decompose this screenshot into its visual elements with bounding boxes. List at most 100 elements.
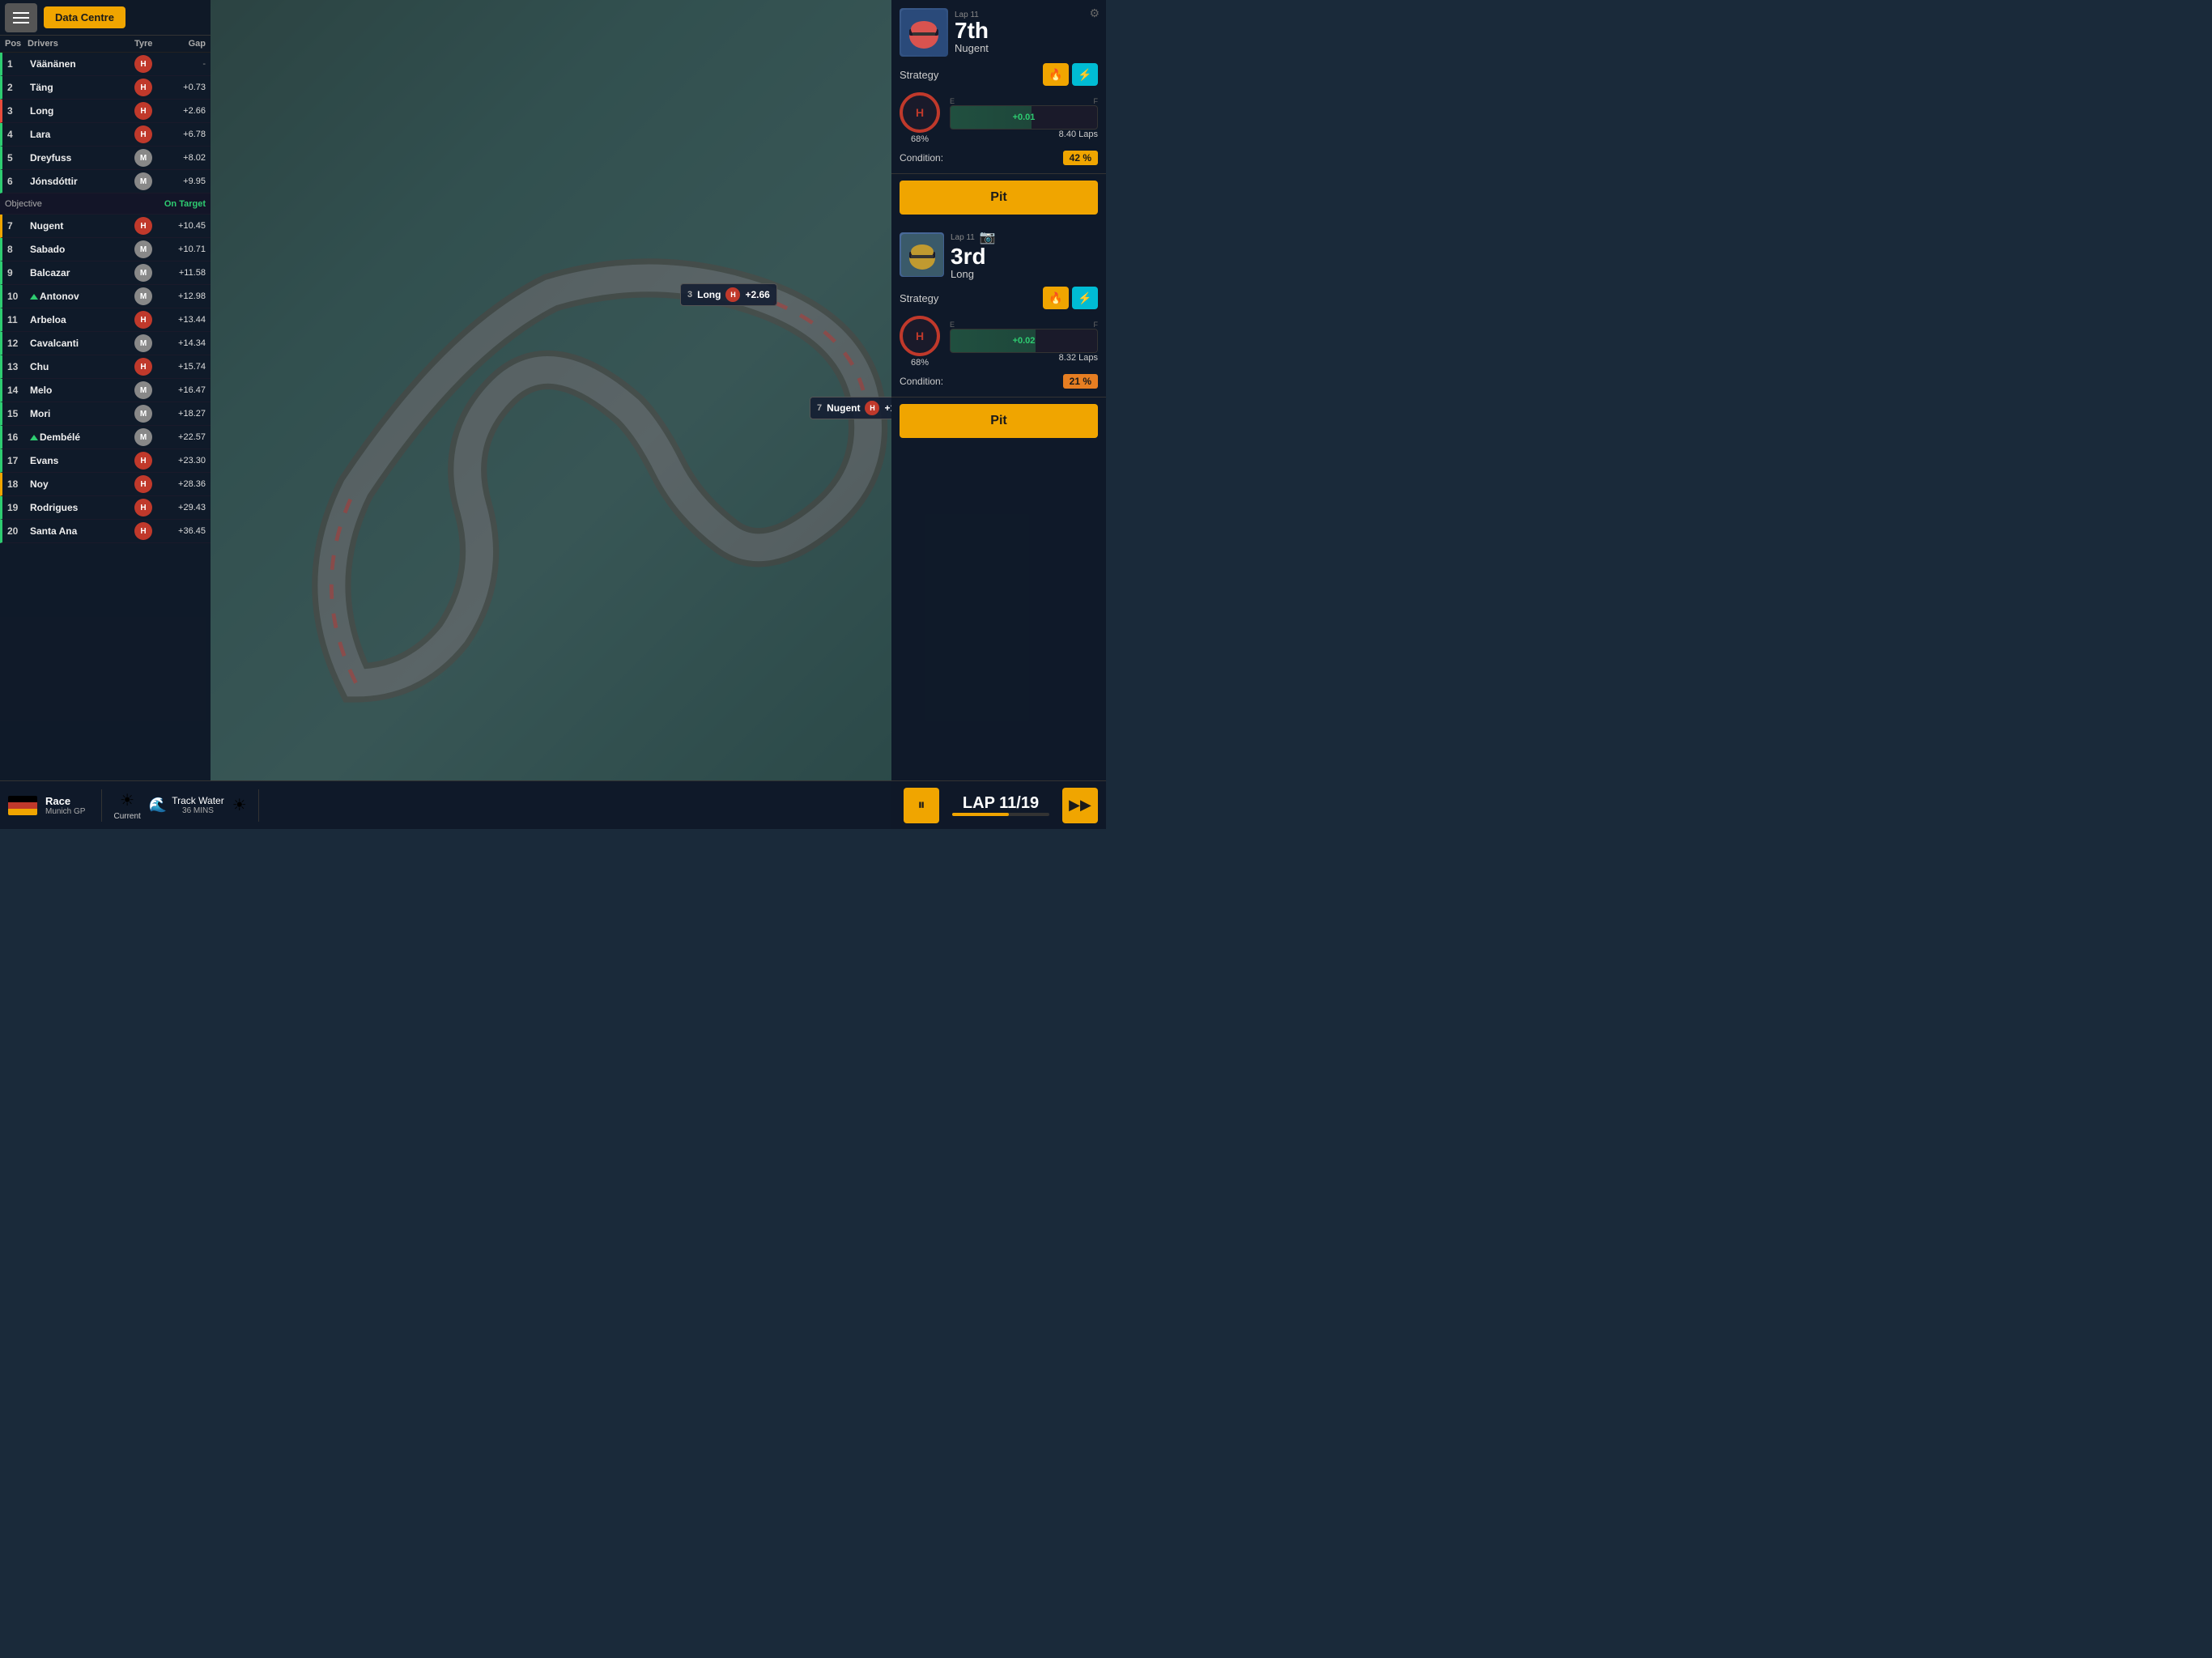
- driver1-power-strategy-btn[interactable]: ⚡: [1072, 63, 1098, 86]
- driver2-strategy-row: Strategy 🔥 ⚡: [900, 287, 1098, 309]
- driver2-tyre-fuel: H 68% EF +0.02 8.32 Laps: [900, 316, 1098, 368]
- tyre-badge: M: [134, 264, 152, 282]
- gap-value: +2.66: [164, 106, 206, 116]
- driver1-laps-remain: 8.40 Laps: [950, 130, 1098, 139]
- pos-num: 11: [7, 314, 30, 325]
- pos-num: 8: [7, 244, 30, 255]
- tyre-badge: M: [134, 428, 152, 446]
- table-row[interactable]: 8 Sabado M +10.71: [0, 238, 211, 261]
- driver2-condition-badge: 21 %: [1063, 374, 1098, 389]
- fast-forward-button[interactable]: ▶▶: [1062, 788, 1098, 823]
- gap-header: Gap: [164, 39, 206, 49]
- table-row[interactable]: 20 Santa Ana H +36.45: [0, 520, 211, 543]
- gap-value: +14.34: [164, 338, 206, 348]
- table-row[interactable]: 6 Jónsdóttir M +9.95: [0, 170, 211, 193]
- settings-icon[interactable]: ⚙: [1089, 6, 1100, 20]
- pos-num: 1: [7, 58, 30, 70]
- weather2-icon: ☀: [232, 795, 247, 815]
- bubble-driver: Nugent: [827, 402, 860, 414]
- driver-name: Dreyfuss: [30, 152, 134, 164]
- gap-value: +15.74: [164, 362, 206, 372]
- driver-name: Jónsdóttir: [30, 176, 134, 187]
- driver2-fuel-strategy-btn[interactable]: 🔥: [1043, 287, 1069, 309]
- tyre-badge: M: [134, 240, 152, 258]
- gap-value: +28.36: [164, 479, 206, 489]
- gap-value: +9.95: [164, 176, 206, 186]
- driver-name: Chu: [30, 361, 134, 372]
- driver2-power-strategy-btn[interactable]: ⚡: [1072, 287, 1098, 309]
- bottom-bar: Race Munich GP ☀ Current 🌊 Track Water 3…: [0, 780, 1106, 829]
- track-water-label: Track Water: [172, 795, 223, 806]
- driver1-fuel-gauge: +0.01: [950, 105, 1098, 130]
- tyre-badge: M: [134, 287, 152, 305]
- bottom-controls: ⏸ LAP 11/19 ▶▶: [904, 788, 1098, 823]
- table-row[interactable]: 15 Mori M +18.27: [0, 402, 211, 426]
- tyre-badge: H: [134, 358, 152, 376]
- track-water-icon: 🌊: [149, 797, 167, 814]
- tyre-badge: H: [134, 102, 152, 120]
- gap-value: +23.30: [164, 456, 206, 466]
- gap-value: +10.45: [164, 221, 206, 231]
- menu-button[interactable]: [5, 3, 37, 32]
- driver1-condition-badge: 42 %: [1063, 151, 1098, 165]
- table-row[interactable]: 1 Väänänen H -: [0, 53, 211, 76]
- table-row[interactable]: 13 Chu H +15.74: [0, 355, 211, 379]
- table-row[interactable]: 18 Noy H +28.36: [0, 473, 211, 496]
- gap-value: +11.58: [164, 268, 206, 278]
- driver1-strategy-label: Strategy: [900, 69, 938, 81]
- track-background: 3 Long H +2.66 7 Nugent H +10.48: [211, 0, 891, 780]
- weather-icon: ☀: [120, 790, 134, 810]
- driver2-fuel-value: +0.02: [1013, 336, 1036, 346]
- driver-name: Sabado: [30, 244, 134, 255]
- table-row[interactable]: 17 Evans H +23.30: [0, 449, 211, 473]
- table-row[interactable]: 3 Long H +2.66: [0, 100, 211, 123]
- position-up-indicator: [30, 294, 38, 300]
- table-row[interactable]: 16 Dembélé M +22.57: [0, 426, 211, 449]
- tyre-badge: H: [134, 217, 152, 235]
- table-row[interactable]: 9 Balcazar M +11.58: [0, 261, 211, 285]
- table-row[interactable]: 14 Melo M +16.47: [0, 379, 211, 402]
- bubble-gap: +10.48: [884, 402, 891, 414]
- driver-name: Long: [30, 105, 134, 117]
- time-left: 36 MINS: [172, 806, 223, 815]
- gap-value: +0.73: [164, 83, 206, 92]
- table-row[interactable]: 10 Antonov M +12.98: [0, 285, 211, 308]
- camera-icon[interactable]: 📷: [980, 229, 996, 245]
- table-row[interactable]: 7 Nugent H +10.45: [0, 215, 211, 238]
- table-row[interactable]: 12 Cavalcanti M +14.34: [0, 332, 211, 355]
- bubble-tyre: H: [725, 287, 740, 302]
- pos-num: 14: [7, 385, 30, 396]
- lap-progress-fill: [952, 813, 1009, 816]
- gap-value: +12.98: [164, 291, 206, 301]
- driver-name: Mori: [30, 408, 134, 419]
- drivers-list: 1 Väänänen H - 2 Täng H +0.73 3 Long H +…: [0, 53, 211, 543]
- driver1-tyre-gauge: H: [900, 92, 940, 133]
- bubble-driver: Long: [697, 289, 721, 300]
- germany-flag: [8, 796, 37, 815]
- race-bubble: 7 Nugent H +10.48: [810, 397, 891, 419]
- race-sub: Munich GP: [45, 807, 85, 816]
- driver2-laps-remain: 8.32 Laps: [950, 353, 1098, 363]
- gap-value: +22.57: [164, 432, 206, 442]
- driver1-pit-button[interactable]: Pit: [900, 181, 1098, 215]
- table-row[interactable]: 4 Lara H +6.78: [0, 123, 211, 147]
- pause-button[interactable]: ⏸: [904, 788, 939, 823]
- driver2-condition-label: Condition:: [900, 376, 943, 387]
- tyre-badge: H: [134, 475, 152, 493]
- driver1-tyre-fuel: H 68% EF +0.01 8.40 Laps: [900, 92, 1098, 144]
- table-row[interactable]: 5 Dreyfuss M +8.02: [0, 147, 211, 170]
- driver2-pit-button[interactable]: Pit: [900, 404, 1098, 438]
- gap-value: +8.02: [164, 153, 206, 163]
- driver1-strategy-row: Strategy 🔥 ⚡: [900, 63, 1098, 86]
- table-row[interactable]: 19 Rodrigues H +29.43: [0, 496, 211, 520]
- table-row[interactable]: 11 Arbeloa H +13.44: [0, 308, 211, 332]
- data-centre-button[interactable]: Data Centre: [44, 6, 125, 28]
- driver1-fuel-strategy-btn[interactable]: 🔥: [1043, 63, 1069, 86]
- divider1: [101, 789, 102, 822]
- drivers-header: Drivers: [28, 39, 134, 49]
- objective-status: On Target: [164, 199, 206, 209]
- driver-name: Balcazar: [30, 267, 134, 278]
- bubble-pos: 7: [817, 403, 822, 413]
- driver2-avatar: [900, 232, 944, 277]
- table-row[interactable]: 2 Täng H +0.73: [0, 76, 211, 100]
